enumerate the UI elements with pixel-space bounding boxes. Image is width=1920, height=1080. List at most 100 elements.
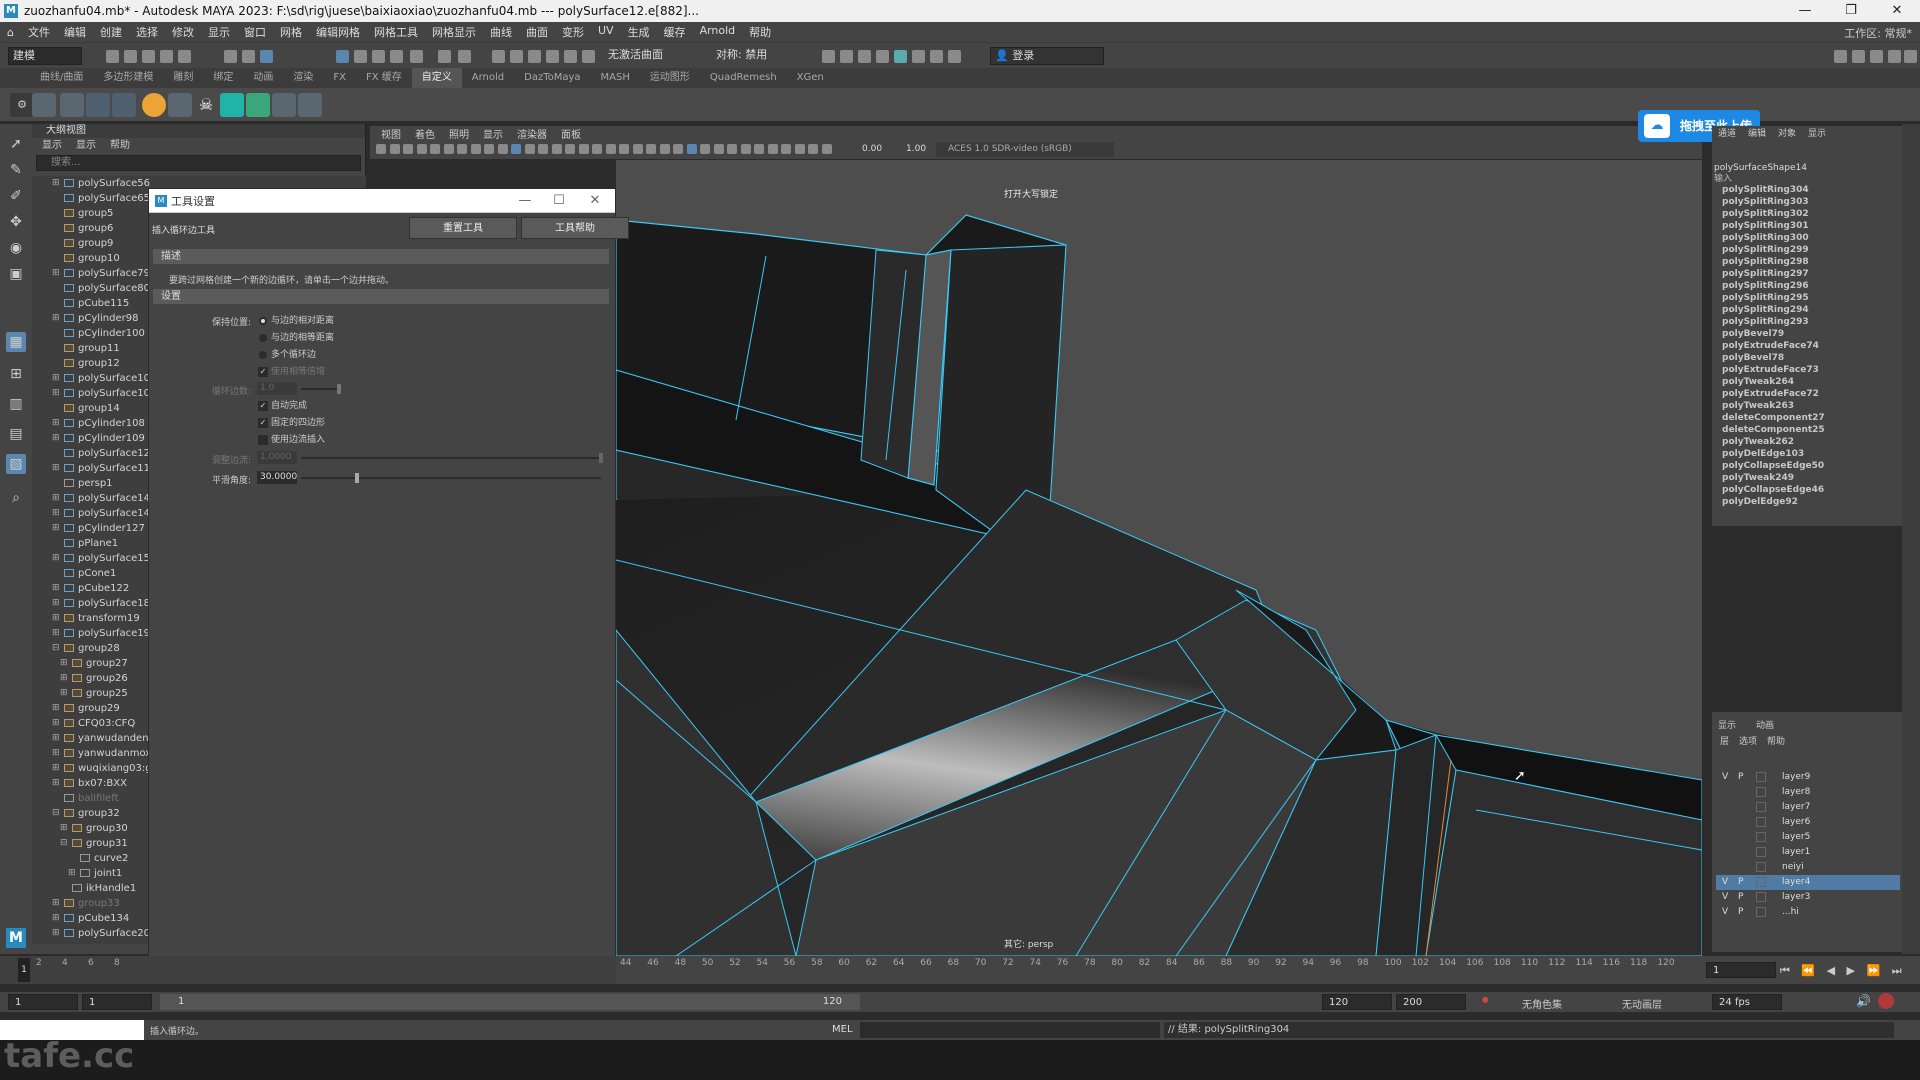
lock-icon[interactable] xyxy=(438,50,451,63)
skull-icon[interactable]: ☠ xyxy=(194,93,218,117)
history-node[interactable]: polySplitRing303 xyxy=(1712,196,1902,208)
layer-color-swatch[interactable] xyxy=(1756,907,1766,917)
hypershade-icon[interactable] xyxy=(876,50,889,63)
menu-set-dropdown[interactable]: 建模 xyxy=(8,47,82,65)
viewport-tool-icon[interactable] xyxy=(443,144,454,154)
settings-red-icon[interactable] xyxy=(1878,993,1894,1009)
viewport-tool-icon[interactable] xyxy=(524,144,535,154)
playback-toggle[interactable]: P xyxy=(1738,890,1743,905)
viewport-tool-icon[interactable] xyxy=(700,144,710,154)
layer-editor-tab[interactable]: 动画 xyxy=(1756,718,1774,731)
character-set-dropdown[interactable]: 无角色集 xyxy=(1522,996,1562,1011)
expand-toggle-icon[interactable]: ⊞ xyxy=(52,371,60,386)
viewport-tool-icon[interactable] xyxy=(619,144,629,154)
settings-section-header[interactable]: 设置 xyxy=(153,289,609,304)
playback-toggle[interactable]: P xyxy=(1738,875,1743,890)
viewport-tool-icon[interactable] xyxy=(484,144,494,154)
layer-color-swatch[interactable] xyxy=(1756,847,1766,857)
shelf-tab[interactable]: FX xyxy=(323,68,356,88)
menu-item[interactable]: 选择 xyxy=(129,24,165,40)
history-node[interactable]: polySplitRing300 xyxy=(1712,232,1902,244)
shelf-tab[interactable]: 自定义 xyxy=(411,68,462,88)
object-name[interactable]: polySurfaceShape14 xyxy=(1712,162,1902,174)
viewport-tool-icon[interactable] xyxy=(403,144,413,154)
channel-box-tab[interactable]: 对象 xyxy=(1778,126,1796,142)
dialog-close-button[interactable]: ✕ xyxy=(577,189,613,213)
edge-flow-insert-checkbox[interactable]: 使用边流插入 xyxy=(257,434,325,446)
viewport-menu-item[interactable]: 照明 xyxy=(442,126,476,141)
viewport-menu-item[interactable]: 视图 xyxy=(374,126,408,141)
menu-item[interactable]: 曲面 xyxy=(519,24,555,40)
history-node[interactable]: polyDelEdge92 xyxy=(1712,496,1902,508)
outliner-menu-item[interactable]: 显示 xyxy=(76,138,96,153)
range-end-field[interactable]: 120 xyxy=(1322,994,1392,1010)
channel-box-tab[interactable]: 显示 xyxy=(1808,126,1826,142)
pause-viewport-icon[interactable] xyxy=(948,50,961,63)
menu-item[interactable]: 网格工具 xyxy=(367,24,425,40)
outliner-search-input[interactable]: 搜索... xyxy=(36,155,361,171)
history-node[interactable]: polySplitRing302 xyxy=(1712,208,1902,220)
menu-item[interactable]: Arnold xyxy=(693,24,743,40)
menu-item[interactable]: 网格显示 xyxy=(425,24,483,40)
shelf-tab[interactable]: 多边形建模 xyxy=(93,68,163,88)
audio-icon[interactable]: 🔊 xyxy=(1856,994,1871,1008)
history-node[interactable]: polyCollapseEdge46 xyxy=(1712,484,1902,496)
viewport-tool-icon[interactable] xyxy=(808,144,818,154)
history-icon[interactable] xyxy=(112,93,136,117)
layer-row[interactable]: V Player3 xyxy=(1716,890,1900,905)
layout-3-icon[interactable]: ▤ xyxy=(6,424,26,444)
expand-toggle-icon[interactable]: ⊞ xyxy=(52,491,60,506)
shelf-tab[interactable]: DazToMaya xyxy=(514,68,590,88)
layer-row[interactable]: neiyi xyxy=(1716,860,1900,875)
exposure-field[interactable]: 0.00 xyxy=(862,144,882,154)
snap-surface-icon[interactable] xyxy=(546,50,559,63)
viewport-tool-icon[interactable] xyxy=(605,144,616,154)
expand-toggle-icon[interactable]: ⊞ xyxy=(52,551,60,566)
undo-icon[interactable] xyxy=(160,50,173,63)
save-scene-icon[interactable] xyxy=(142,50,155,63)
visibility-toggle[interactable]: V xyxy=(1722,905,1728,920)
open-scene-icon[interactable] xyxy=(124,50,137,63)
layer-color-swatch[interactable] xyxy=(1756,862,1766,872)
shelf-tab[interactable]: 雕刻 xyxy=(163,68,203,88)
close-button[interactable]: ✕ xyxy=(1874,0,1920,22)
viewport-tool-icon[interactable] xyxy=(727,144,737,154)
menu-item[interactable]: 帮助 xyxy=(742,24,778,40)
adjust-edge-flow-field[interactable]: 1.0000 xyxy=(257,451,297,464)
viewport-tool-icon[interactable] xyxy=(592,144,602,154)
history-node[interactable]: deleteComponent27 xyxy=(1712,412,1902,424)
playblast-icon[interactable] xyxy=(930,50,943,63)
adjust-edge-flow-slider[interactable] xyxy=(301,457,601,459)
expand-toggle-icon[interactable]: ⊞ xyxy=(52,311,60,326)
menu-item[interactable]: 缓存 xyxy=(657,24,693,40)
freeze-pivot-icon[interactable] xyxy=(86,93,110,117)
viewport-tool-icon[interactable] xyxy=(673,144,683,154)
viewport-tool-icon[interactable] xyxy=(659,144,670,154)
menu-item[interactable]: 修改 xyxy=(165,24,201,40)
zoom-icon[interactable]: ⌕ xyxy=(6,488,26,508)
playback-toggle[interactable]: P xyxy=(1738,770,1743,785)
scale-tool-icon[interactable]: ▣ xyxy=(6,264,26,284)
shelf-tab[interactable]: QuadRemesh xyxy=(700,68,787,88)
live-surface-field[interactable]: 无激活曲面 xyxy=(604,47,684,65)
viewport-menu-item[interactable]: 渲染器 xyxy=(510,126,554,141)
modeling-toolkit-icon[interactable] xyxy=(1834,50,1847,63)
menu-item[interactable]: 网格 xyxy=(273,24,309,40)
viewport-tool-icon[interactable] xyxy=(794,144,805,154)
face-mask-icon[interactable] xyxy=(390,50,403,63)
script-language-toggle[interactable]: MEL xyxy=(832,1024,853,1035)
history-node[interactable]: polySplitRing304 xyxy=(1712,184,1902,196)
history-node[interactable]: polyTweak264 xyxy=(1712,376,1902,388)
relative-distance-radio[interactable]: 与边的相对距离 xyxy=(257,315,334,327)
shelf-tool-2-icon[interactable] xyxy=(60,93,84,117)
expand-toggle-icon[interactable]: ⊞ xyxy=(52,386,60,401)
sun-icon[interactable] xyxy=(142,93,166,117)
current-frame-field[interactable]: 1 xyxy=(1706,962,1776,978)
history-node[interactable]: polySplitRing294 xyxy=(1712,304,1902,316)
new-scene-icon[interactable] xyxy=(106,50,119,63)
expand-toggle-icon[interactable]: ⊞ xyxy=(52,746,60,761)
outliner-menu-item[interactable]: 帮助 xyxy=(110,138,130,153)
viewport-tool-icon[interactable] xyxy=(538,144,548,154)
viewport-tool-icon[interactable] xyxy=(511,144,521,154)
current-frame-marker[interactable]: 1 xyxy=(18,958,30,982)
